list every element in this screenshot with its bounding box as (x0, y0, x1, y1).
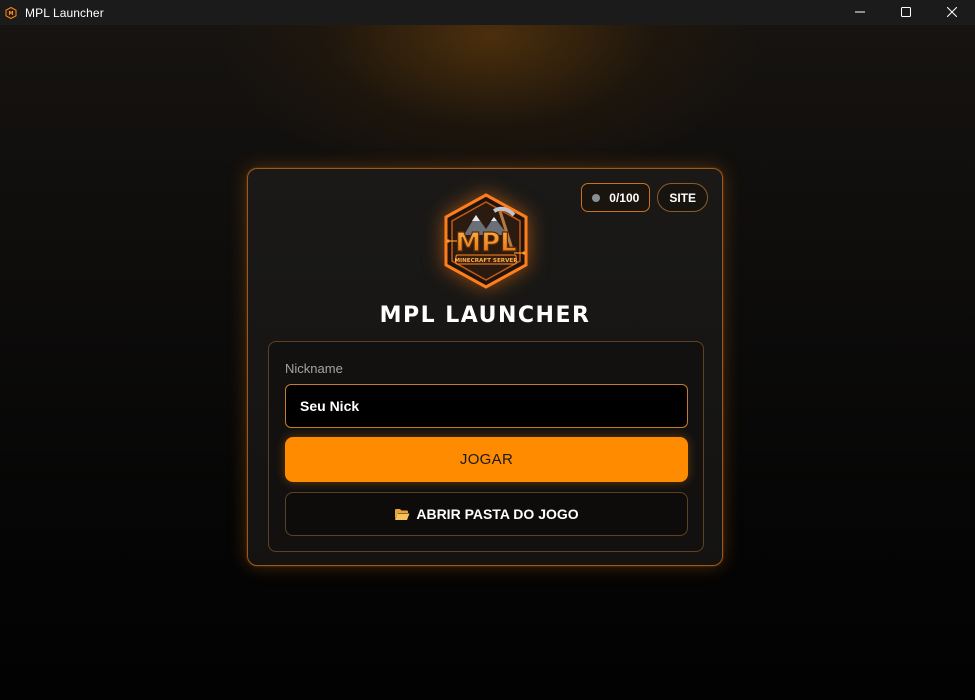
launcher-window: M MPL Launcher 0/100 SITE MPL MINECRAFT … (0, 0, 975, 700)
play-button[interactable]: JOGAR (285, 437, 688, 482)
minimize-icon (855, 6, 865, 20)
window-title: MPL Launcher (25, 5, 104, 20)
logo-subtext: MINECRAFT SERVER (454, 258, 518, 264)
maximize-icon (901, 6, 911, 20)
open-game-folder-label: ABRIR PASTA DO JOGO (416, 506, 579, 522)
player-count: 0/100 (609, 190, 640, 205)
site-button[interactable]: SITE (657, 183, 708, 212)
open-game-folder-button[interactable]: ABRIR PASTA DO JOGO (285, 492, 688, 536)
window-controls (837, 0, 975, 25)
nickname-label: Nickname (285, 361, 343, 376)
nickname-input[interactable] (285, 384, 688, 428)
top-actions: 0/100 SITE (581, 183, 708, 212)
logo-text: MPL (455, 228, 517, 258)
folder-icon (394, 508, 410, 521)
player-counter: 0/100 (581, 183, 651, 212)
mpl-minecraft-server-logo: MPL MINECRAFT SERVER (436, 191, 536, 291)
server-status-dot (592, 193, 601, 202)
launcher-card: 0/100 SITE MPL MINECRAFT SERVER MPL LAUN… (247, 168, 723, 566)
close-button[interactable] (929, 0, 975, 25)
title-bar[interactable]: M MPL Launcher (0, 0, 975, 25)
maximize-button[interactable] (883, 0, 929, 25)
close-icon (946, 6, 958, 20)
svg-text:M: M (9, 11, 14, 17)
login-form: Nickname JOGAR ABRIR PASTA DO JOGO (268, 341, 704, 552)
launcher-title: MPL LAUNCHER (379, 303, 591, 328)
minimize-button[interactable] (837, 0, 883, 25)
mpl-logo-icon: M (5, 6, 17, 19)
launcher-background: 0/100 SITE MPL MINECRAFT SERVER MPL LAUN… (0, 25, 975, 700)
